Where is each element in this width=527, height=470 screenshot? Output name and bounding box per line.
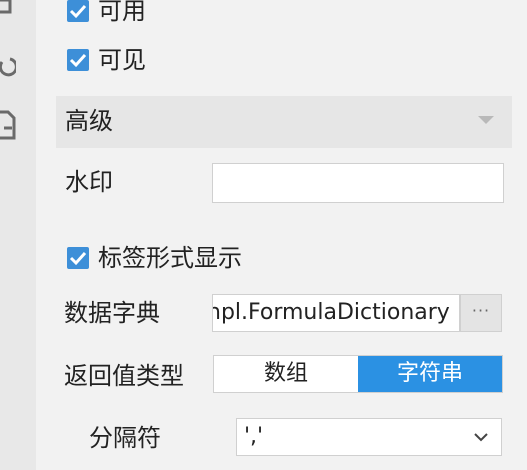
advanced-section-header[interactable]: 高级 [56, 96, 512, 148]
dictionary-value: npl.FormulaDictionary [212, 300, 450, 325]
visible-checkbox[interactable] [67, 49, 89, 71]
link-icon[interactable] [0, 0, 16, 22]
label-display-checkbox[interactable] [67, 247, 89, 269]
visible-label: 可见 [98, 46, 146, 74]
return-type-option-string[interactable]: 字符串 [358, 356, 502, 392]
watermark-label: 水印 [65, 168, 113, 196]
refresh-icon[interactable] [0, 56, 16, 78]
ellipsis-icon: ··· [471, 301, 491, 320]
separator-select[interactable]: ',' [236, 418, 502, 456]
return-type-option-array[interactable]: 数组 [214, 356, 358, 392]
dictionary-input[interactable]: npl.FormulaDictionary [212, 294, 460, 332]
return-type-segmented-control[interactable]: 数组 字符串 [213, 355, 503, 393]
dictionary-label: 数据字典 [64, 299, 160, 327]
enabled-checkbox[interactable] [67, 0, 89, 22]
checkmark-icon [69, 4, 87, 19]
label-display-label: 标签形式显示 [98, 244, 242, 272]
document-icon[interactable] [0, 110, 16, 140]
chevron-down-icon[interactable] [473, 431, 489, 443]
separator-value: ',' [244, 424, 264, 449]
return-type-label: 返回值类型 [64, 362, 184, 390]
dictionary-more-button[interactable]: ··· [460, 294, 502, 332]
caret-down-icon[interactable] [478, 116, 494, 124]
checkmark-icon [69, 251, 87, 266]
enabled-label: 可用 [98, 0, 146, 25]
checkmark-icon [69, 53, 87, 68]
left-toolbar-strip [0, 0, 36, 470]
separator-label: 分隔符 [89, 424, 161, 452]
advanced-section-title: 高级 [65, 107, 113, 135]
watermark-input[interactable] [212, 163, 504, 203]
